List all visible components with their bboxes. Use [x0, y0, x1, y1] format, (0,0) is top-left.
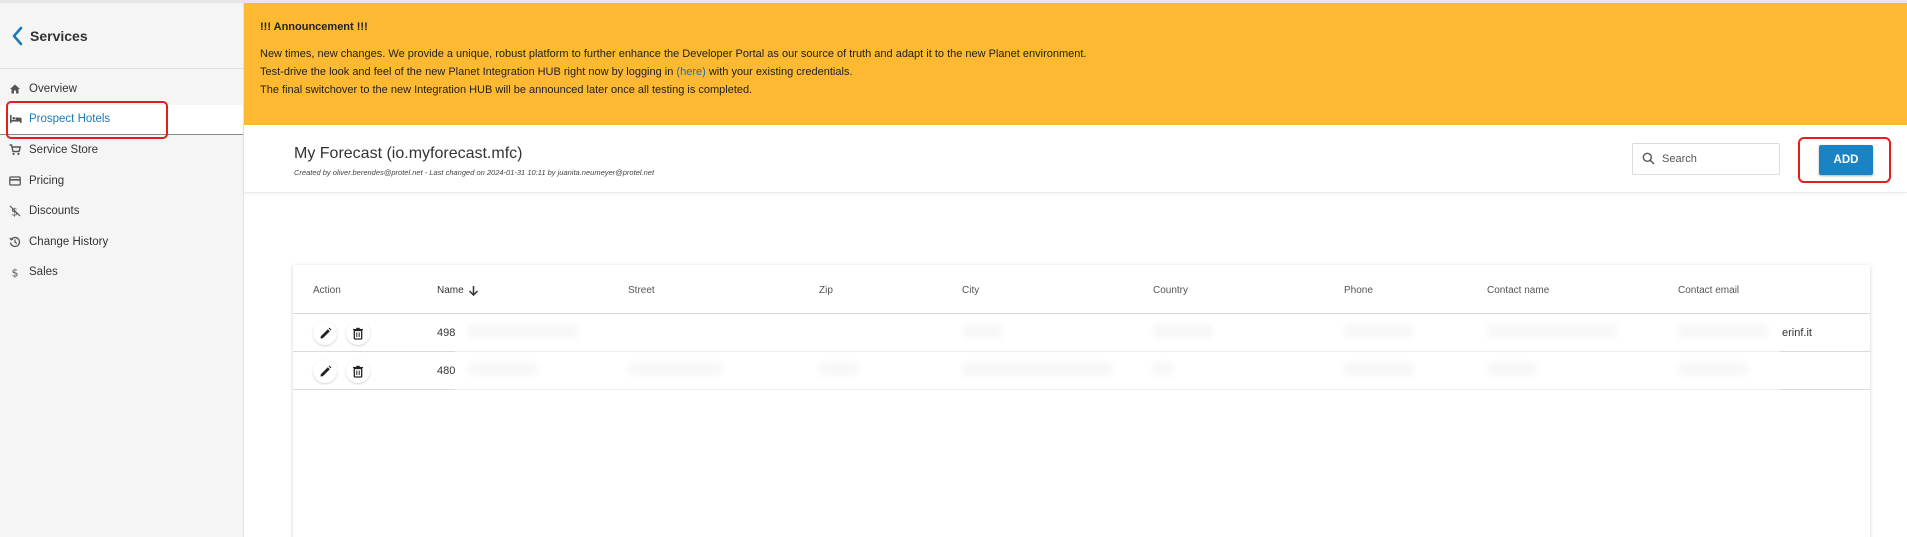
delete-trash-icon[interactable] [346, 321, 370, 345]
edit-pencil-icon[interactable] [313, 359, 337, 383]
announcement-here-link[interactable]: (here) [676, 66, 705, 78]
search-input[interactable] [1662, 153, 1772, 165]
column-label: Name [437, 285, 464, 296]
sidebar-item-change-history[interactable]: Change History [0, 227, 243, 258]
page-meta: Created by oliver.berendes@protel.net - … [294, 168, 655, 177]
sidebar-title: Services [30, 27, 88, 44]
sidebar-item-label: Prospect Hotels [29, 113, 111, 126]
search-icon [1642, 152, 1656, 166]
cell-contact-email: erinf.it [1782, 327, 1812, 339]
redaction-overlay [455, 314, 1780, 352]
discount-icon: $ [8, 204, 22, 218]
column-action: Action [313, 285, 341, 296]
sidebar-item-sales[interactable]: $ Sales [0, 257, 243, 288]
back-chevron-icon[interactable] [10, 25, 24, 47]
edit-pencil-icon[interactable] [313, 321, 337, 345]
announcement-line-1: New times, new changes. We provide a uni… [260, 48, 1087, 60]
announcement-text: with your existing credentials. [705, 66, 853, 78]
history-icon [8, 235, 22, 249]
sidebar: Services Overview Prospect Hotels Servic… [0, 3, 244, 537]
announcement-line-2: Test-drive the look and feel of the new … [260, 63, 1891, 81]
column-city[interactable]: City [962, 285, 979, 296]
sidebar-nav: Overview Prospect Hotels Service Store P… [0, 69, 243, 288]
sidebar-item-discounts[interactable]: $ Discounts [0, 196, 243, 227]
column-phone[interactable]: Phone [1344, 285, 1373, 296]
sidebar-header: Services [0, 3, 243, 69]
announcement-banner: !!! Announcement !!! New times, new chan… [244, 3, 1907, 125]
arrow-down-icon [468, 285, 479, 296]
table-row: 480 [293, 352, 1870, 390]
announcement-line-3: The final switchover to the new Integrat… [260, 84, 753, 96]
app-root: Services Overview Prospect Hotels Servic… [0, 0, 1907, 537]
sidebar-item-pricing[interactable]: Pricing [0, 166, 243, 197]
cell-name: 498 [437, 327, 456, 339]
search-box[interactable] [1632, 143, 1780, 175]
column-contact-name[interactable]: Contact name [1487, 285, 1549, 296]
page-title: My Forecast (io.myforecast.mfc) [294, 145, 523, 162]
delete-trash-icon[interactable] [346, 359, 370, 383]
cart-icon [8, 143, 22, 157]
sidebar-item-label: Discounts [29, 205, 80, 218]
hotels-table: Action Name Street Zip City Country Phon… [293, 265, 1870, 537]
announcement-text: Test-drive the look and feel of the new … [260, 66, 677, 78]
column-zip[interactable]: Zip [819, 285, 833, 296]
add-button[interactable]: ADD [1819, 145, 1873, 175]
redaction-overlay [455, 352, 1780, 390]
column-contact-email[interactable]: Contact email [1678, 285, 1739, 296]
page-header: My Forecast (io.myforecast.mfc) Created … [244, 125, 1907, 193]
column-name[interactable]: Name [437, 285, 479, 296]
sidebar-item-label: Service Store [29, 144, 99, 157]
cell-name: 480 [437, 365, 456, 377]
table-header: Action Name Street Zip City Country Phon… [293, 265, 1870, 314]
svg-text:$: $ [12, 267, 19, 279]
dollar-icon: $ [8, 265, 22, 279]
sidebar-item-prospect-hotels[interactable]: Prospect Hotels [0, 104, 243, 135]
sidebar-item-label: Sales [29, 266, 58, 279]
column-country[interactable]: Country [1153, 285, 1188, 296]
table-row: 498 erinf.it [293, 314, 1870, 352]
bed-icon [8, 112, 22, 126]
column-street[interactable]: Street [628, 285, 655, 296]
sidebar-item-overview[interactable]: Overview [0, 74, 243, 105]
sidebar-item-service-store[interactable]: Service Store [0, 135, 243, 166]
home-icon [8, 82, 22, 96]
card-icon [8, 174, 22, 188]
sidebar-item-label: Overview [29, 83, 77, 96]
announcement-title: !!! Announcement !!! [260, 21, 368, 33]
sidebar-item-label: Change History [29, 235, 109, 248]
sidebar-item-label: Pricing [29, 174, 65, 187]
